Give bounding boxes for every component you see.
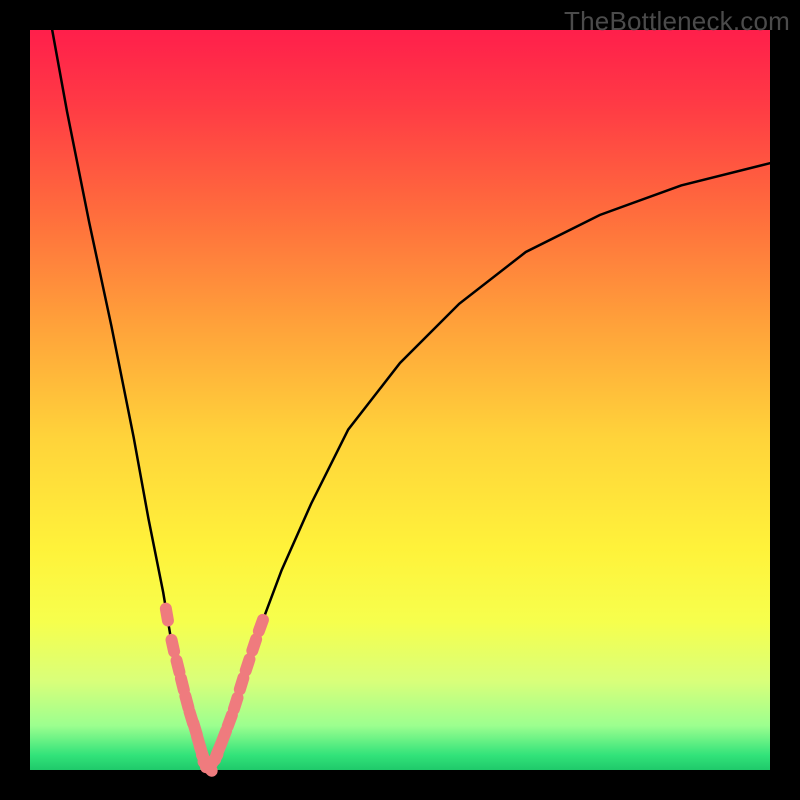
marker-pill	[164, 633, 181, 659]
chart-svg	[30, 30, 770, 770]
chart-plot-area	[30, 30, 770, 770]
highlight-markers	[159, 602, 271, 779]
chart-frame: TheBottleneck.com	[0, 0, 800, 800]
credit-label: TheBottleneck.com	[564, 6, 790, 37]
curve-left-branch	[52, 30, 207, 766]
marker-pill	[159, 602, 175, 628]
curve-right-branch	[208, 163, 770, 766]
